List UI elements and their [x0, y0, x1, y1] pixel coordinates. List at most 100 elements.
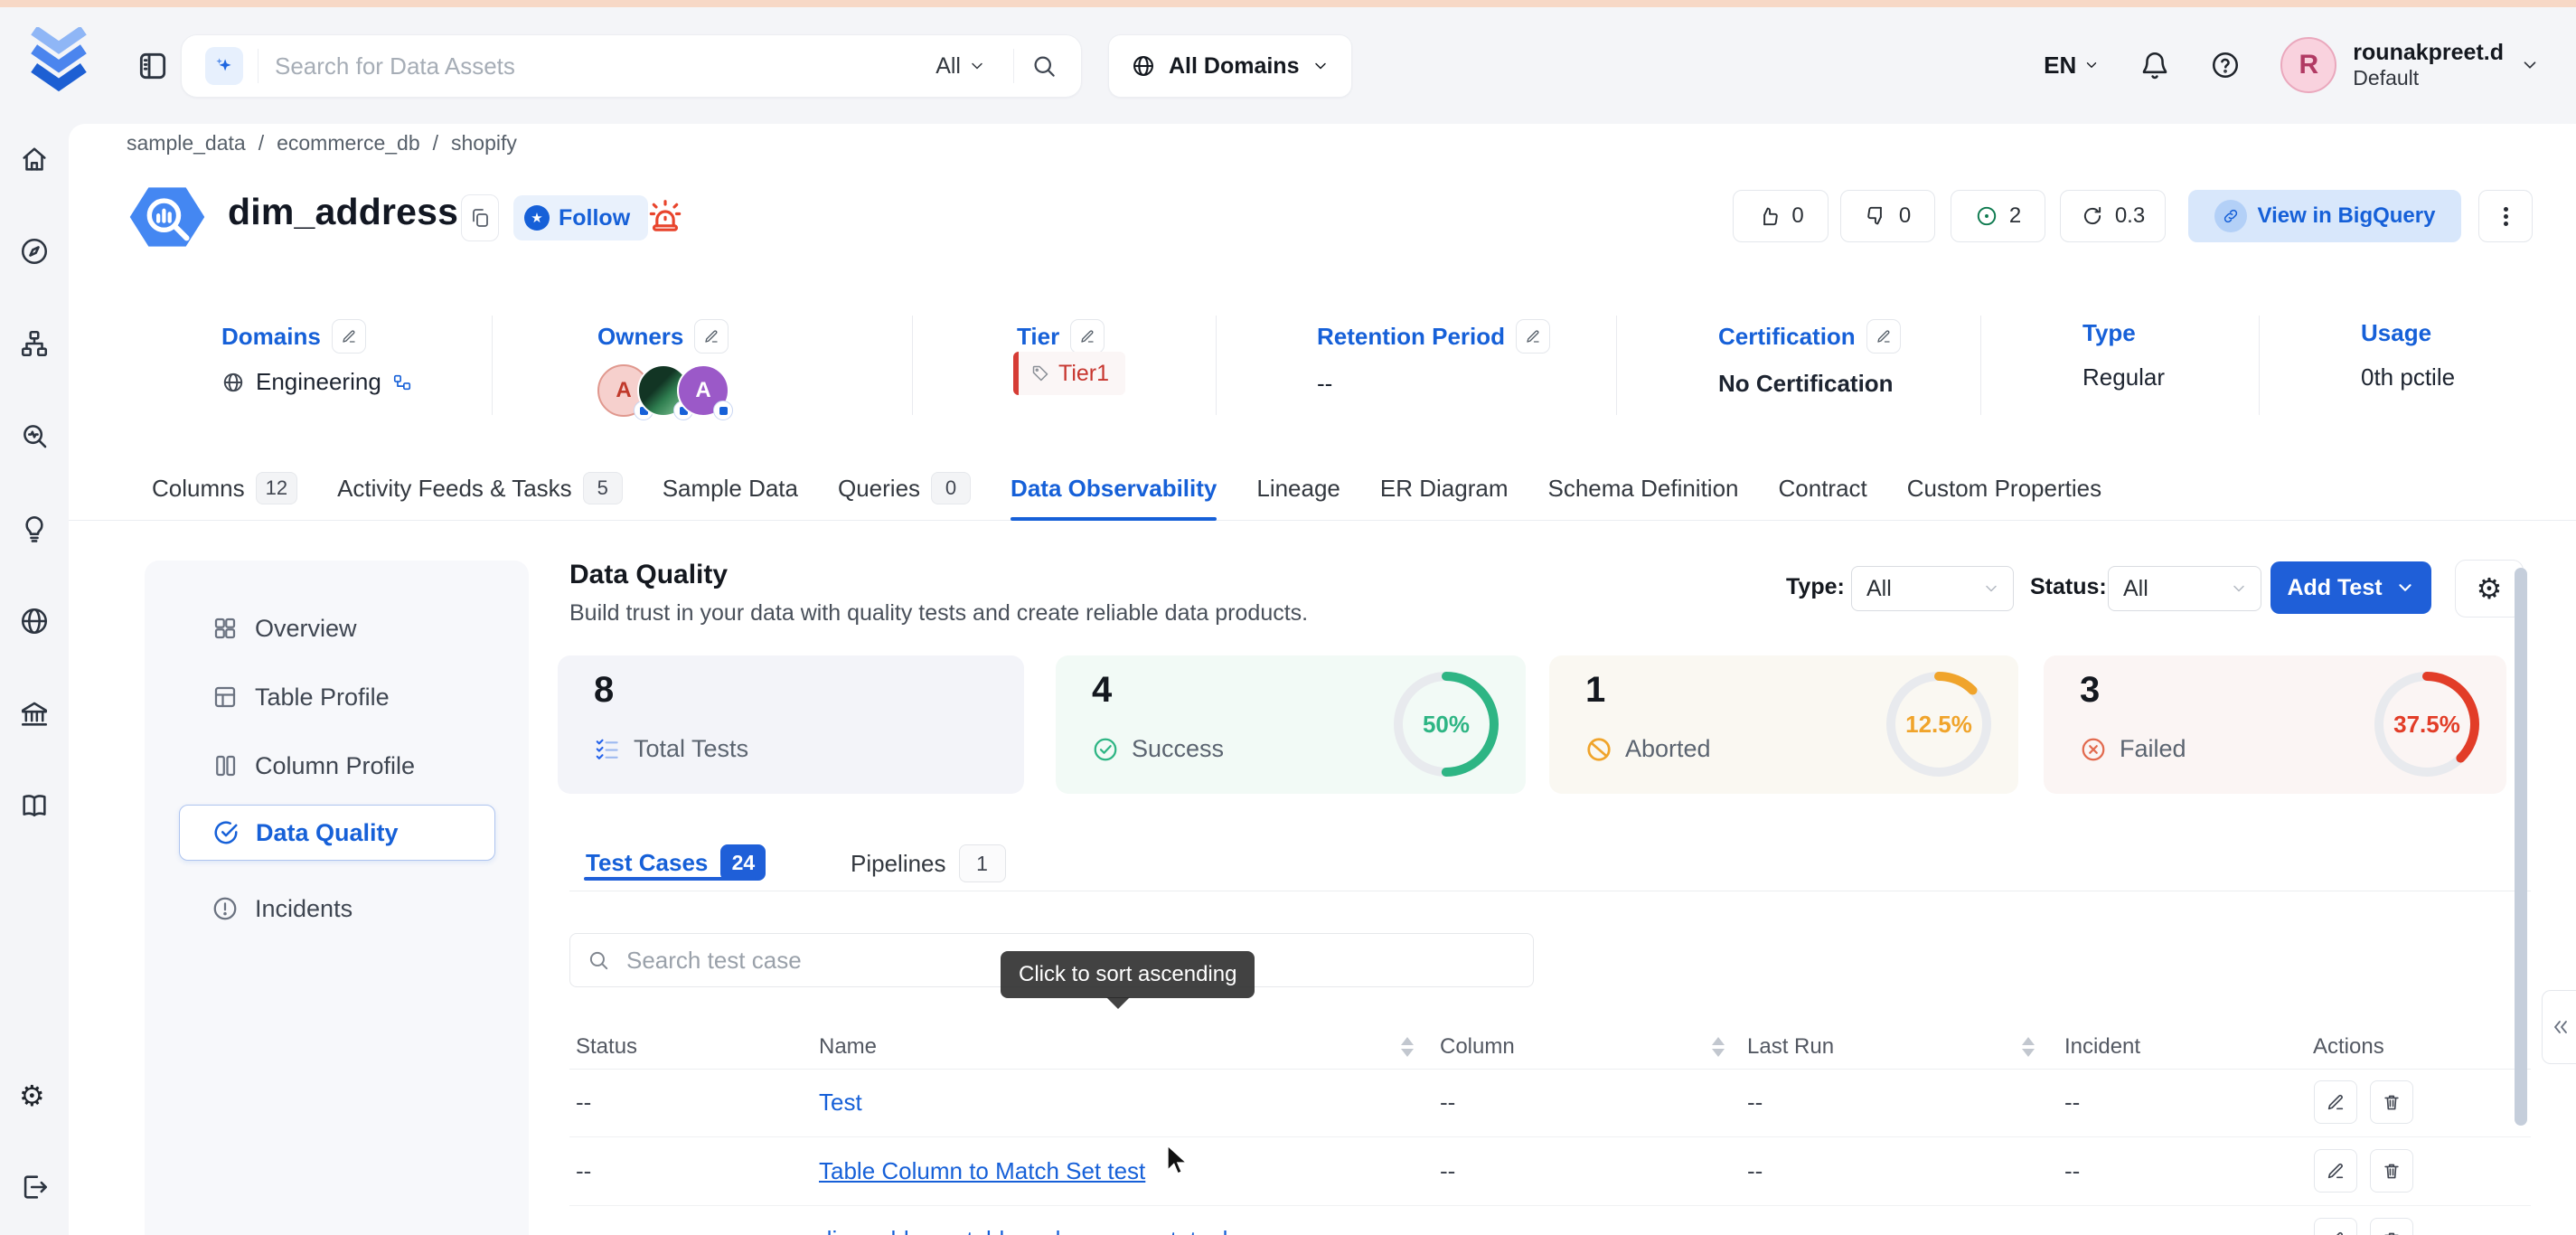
breadcrumb-item[interactable]: sample_data	[127, 131, 246, 156]
breadcrumb-item[interactable]: ecommerce_db	[277, 131, 420, 156]
table-row: -- Test -- -- --	[569, 1068, 2531, 1137]
edit-retention-button[interactable]	[1516, 319, 1550, 354]
chevrons-left-icon	[2550, 1016, 2571, 1038]
sidebar-item-overview[interactable]: Overview	[179, 600, 495, 656]
insights-bulb-icon[interactable]	[19, 514, 50, 544]
announcement-alarm-icon[interactable]	[647, 196, 683, 236]
type-filter-select[interactable]: All	[1851, 566, 2014, 611]
tab-columns[interactable]: Columns12	[152, 457, 297, 520]
edit-test-button[interactable]	[2314, 1218, 2357, 1235]
header-actions: Actions	[2313, 1034, 2384, 1060]
sort-column-icon[interactable]	[1712, 1037, 1725, 1057]
ai-sparkle-icon[interactable]	[205, 47, 243, 85]
sidebar-toggle-icon[interactable]	[136, 49, 170, 83]
tab-er-diagram[interactable]: ER Diagram	[1380, 457, 1509, 520]
sort-last-run-icon[interactable]	[2022, 1037, 2035, 1057]
domains-globe-icon[interactable]	[19, 606, 50, 636]
edit-test-button[interactable]	[2314, 1080, 2357, 1124]
followers-button[interactable]: 2	[1951, 190, 2045, 242]
tab-sample-data[interactable]: Sample Data	[663, 457, 798, 520]
test-case-link[interactable]: Test	[819, 1089, 862, 1117]
govern-bank-icon[interactable]	[19, 699, 50, 730]
header-column[interactable]: Column	[1440, 1034, 1515, 1060]
sidebar-item-label: Overview	[255, 615, 357, 643]
copy-name-button[interactable]	[461, 194, 499, 241]
edit-owners-button[interactable]	[694, 319, 729, 354]
search-icon[interactable]	[1030, 52, 1058, 80]
search-scope-dropdown[interactable]: All	[935, 53, 999, 80]
pencil-icon	[1525, 328, 1541, 344]
logout-icon[interactable]	[19, 1172, 50, 1202]
tab-test-cases[interactable]: Test Cases 24	[586, 844, 766, 881]
breadcrumb: sample_data / ecommerce_db / shopify	[127, 131, 517, 156]
all-domains-button[interactable]: All Domains	[1108, 34, 1352, 98]
tab-pipelines[interactable]: Pipelines 1	[851, 844, 1006, 882]
sidebar-item-column-profile[interactable]: Column Profile	[179, 738, 495, 794]
tab-data-observability[interactable]: Data Observability	[1011, 457, 1217, 520]
search-input[interactable]	[273, 52, 935, 81]
version-button[interactable]: 0.3	[2060, 190, 2166, 242]
version-history-icon	[2081, 204, 2104, 228]
help-icon[interactable]	[2210, 50, 2241, 80]
sidebar-item-table-profile[interactable]: Table Profile	[179, 669, 495, 725]
follow-button[interactable]: ★ Follow	[513, 195, 648, 240]
meta-retention: Retention Period --	[1317, 319, 1550, 398]
sidebar-item-data-quality[interactable]: Data Quality	[179, 805, 495, 861]
tab-count-badge: 12	[256, 472, 297, 504]
scrollbar-thumb[interactable]	[2515, 568, 2527, 1126]
edit-tier-button[interactable]	[1070, 319, 1105, 354]
sort-name-icon[interactable]	[1401, 1037, 1414, 1057]
observability-icon[interactable]	[19, 420, 50, 451]
pencil-icon	[703, 328, 719, 344]
upvote-button[interactable]: 0	[1733, 190, 1829, 242]
test-case-link[interactable]: dim_address_table_column_count_to_be	[819, 1226, 1249, 1235]
sidebar-item-incidents[interactable]: Incidents	[179, 881, 495, 937]
tab-schema-definition[interactable]: Schema Definition	[1548, 457, 1739, 520]
view-in-bigquery-button[interactable]: View in BigQuery	[2188, 190, 2461, 242]
header-name[interactable]: Name	[819, 1034, 877, 1060]
top-accent-bar	[0, 0, 2576, 7]
delete-test-button[interactable]	[2370, 1218, 2413, 1235]
breadcrumb-item[interactable]: shopify	[451, 131, 517, 156]
tab-contract[interactable]: Contract	[1779, 457, 1867, 520]
language-dropdown[interactable]: EN	[2044, 52, 2100, 80]
home-icon[interactable]	[19, 144, 50, 174]
tier-chip[interactable]: Tier1	[1013, 352, 1125, 395]
downvote-button[interactable]: 0	[1840, 190, 1935, 242]
edit-certification-button[interactable]	[1866, 319, 1901, 354]
tab-activity-feeds[interactable]: Activity Feeds & Tasks5	[337, 457, 623, 520]
chevron-down-icon	[2520, 55, 2540, 75]
header-last-run[interactable]: Last Run	[1747, 1034, 1834, 1060]
cell-incident: --	[2064, 1089, 2080, 1117]
delete-test-button[interactable]	[2370, 1149, 2413, 1193]
test-settings-button[interactable]: ⚙	[2455, 560, 2524, 618]
explore-compass-icon[interactable]	[19, 236, 50, 267]
user-menu[interactable]: R rounakpreet.d Default	[2280, 37, 2540, 93]
app-logo-icon[interactable]	[31, 27, 87, 96]
card-total-tests: 8 Total Tests	[558, 655, 1024, 794]
domains-value[interactable]: Engineering	[256, 368, 381, 396]
delete-test-button[interactable]	[2370, 1080, 2413, 1124]
aborted-value: 1	[1585, 670, 1605, 711]
cell-last-run: --	[1747, 1226, 1763, 1235]
pipelines-count-badge: 1	[959, 844, 1006, 882]
search-divider	[1013, 49, 1014, 83]
add-test-button[interactable]: Add Test	[2270, 561, 2431, 614]
tab-lineage[interactable]: Lineage	[1256, 457, 1340, 520]
notifications-bell-icon[interactable]	[2139, 50, 2170, 80]
owner-avatar[interactable]: A	[677, 364, 729, 417]
meta-divider	[1216, 316, 1217, 415]
settings-gear-icon[interactable]: ⚙	[19, 1080, 50, 1111]
edit-domains-button[interactable]	[332, 319, 366, 354]
panel-expand-button[interactable]	[2542, 990, 2576, 1064]
card-failed: 3 Failed 37.5%	[2044, 655, 2506, 794]
tab-custom-properties[interactable]: Custom Properties	[1907, 457, 2101, 520]
glossary-book-icon[interactable]	[19, 790, 50, 821]
edit-test-button[interactable]	[2314, 1149, 2357, 1193]
team-badge-icon	[713, 401, 733, 420]
tab-queries[interactable]: Queries0	[838, 457, 971, 520]
platform-sitemap-icon[interactable]	[19, 328, 50, 359]
status-filter-select[interactable]: All	[2108, 566, 2261, 611]
test-case-link[interactable]: Table Column to Match Set test	[819, 1157, 1145, 1185]
more-options-button[interactable]	[2478, 190, 2533, 242]
